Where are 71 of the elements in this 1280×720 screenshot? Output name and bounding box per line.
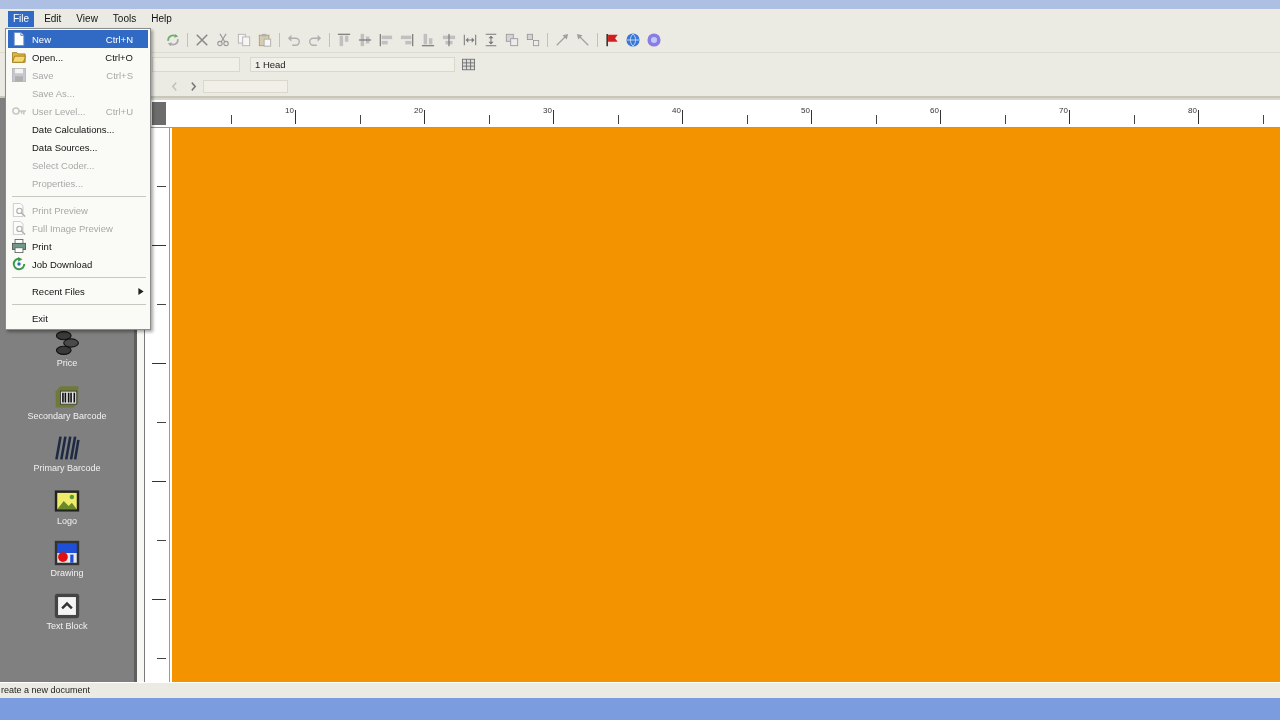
ruler-corner (152, 102, 166, 125)
status-text: reate a new document (1, 685, 91, 696)
tool-button[interactable]: Price (0, 330, 134, 383)
head-field[interactable]: 1 Head (250, 57, 455, 72)
refresh-icon[interactable] (166, 33, 180, 47)
globe-icon[interactable] (626, 33, 640, 47)
floppy-icon (12, 68, 26, 82)
menu-item[interactable]: Job Download (8, 255, 148, 273)
separate-squares-icon[interactable] (526, 33, 540, 47)
menu-bar-item[interactable]: Tools (107, 10, 142, 27)
align-center-icon[interactable] (442, 33, 456, 47)
height-arrows-icon[interactable] (484, 33, 498, 47)
menu-bar-item[interactable]: Help (146, 10, 177, 27)
align-bottom-icon[interactable] (421, 33, 435, 47)
menu-bar-item[interactable]: Edit (39, 10, 67, 27)
tool-button[interactable]: Secondary Barcode (0, 382, 134, 435)
key-icon (12, 104, 26, 118)
align-left-icon[interactable] (379, 33, 393, 47)
ruler-label: 20 (414, 106, 423, 115)
submenu-arrow-icon (138, 287, 144, 295)
align-right-icon[interactable] (400, 33, 414, 47)
overlapping-squares-icon[interactable] (505, 33, 519, 47)
menu-item[interactable]: Exit (8, 309, 148, 327)
width-arrows-icon[interactable] (463, 33, 477, 47)
ruler-label: 30 (543, 106, 552, 115)
tool-button[interactable]: Primary Barcode (0, 435, 134, 488)
undo-icon[interactable] (287, 33, 301, 47)
barcode-icon (54, 435, 80, 461)
menu-item[interactable]: Print (8, 237, 148, 255)
menu-item[interactable]: Data Sources... (8, 138, 148, 156)
ruler-label: 80 (1188, 106, 1197, 115)
printer-icon (12, 239, 26, 253)
page-magnifier-icon (12, 203, 26, 217)
flag-icon[interactable] (605, 33, 619, 47)
redo-icon[interactable] (308, 33, 322, 47)
scissors-icon[interactable] (216, 33, 230, 47)
diagonal-arrow-icon[interactable] (576, 33, 590, 47)
diagonal-arrow-icon[interactable] (555, 33, 569, 47)
menu-item[interactable]: Date Calculations... (8, 120, 148, 138)
input-field[interactable] (203, 79, 288, 93)
page-magnifier-icon (12, 221, 26, 235)
ruler-label: 70 (1059, 106, 1068, 115)
dropdown-field[interactable] (152, 57, 240, 72)
clipboard-icon[interactable] (258, 33, 272, 47)
document-icon (12, 32, 26, 46)
shapes-icon (54, 540, 80, 566)
circular-arrow-icon (12, 257, 26, 271)
ruler-label: 50 (801, 106, 810, 115)
tool-button[interactable]: Text Block (0, 592, 134, 645)
ruler-label: 10 (285, 106, 294, 115)
menu-bar-item[interactable]: View (71, 10, 103, 27)
ruler-label: 40 (672, 106, 681, 115)
menu-item[interactable]: Open... Ctrl+O (8, 48, 148, 66)
coins-icon (54, 330, 80, 356)
align-middle-icon[interactable] (358, 33, 372, 47)
tool-button[interactable]: Drawing (0, 540, 134, 593)
chevron-right-icon[interactable] (190, 81, 197, 91)
text-box-icon (54, 592, 80, 619)
chevron-left-icon[interactable] (171, 81, 178, 91)
grid-icon[interactable] (462, 58, 475, 71)
orb-icon[interactable] (647, 33, 661, 47)
picture-icon (54, 487, 80, 514)
copy-icon[interactable] (237, 33, 251, 47)
align-top-icon[interactable] (337, 33, 351, 47)
menu-bar-item[interactable]: File (8, 10, 35, 27)
tool-button[interactable]: Logo (0, 487, 134, 540)
delete-icon[interactable] (195, 33, 209, 47)
menu-item[interactable]: New Ctrl+N (8, 30, 148, 48)
folder-icon (12, 50, 26, 64)
ruler-label: 60 (930, 106, 939, 115)
menu-item[interactable]: Recent Files (8, 282, 148, 300)
